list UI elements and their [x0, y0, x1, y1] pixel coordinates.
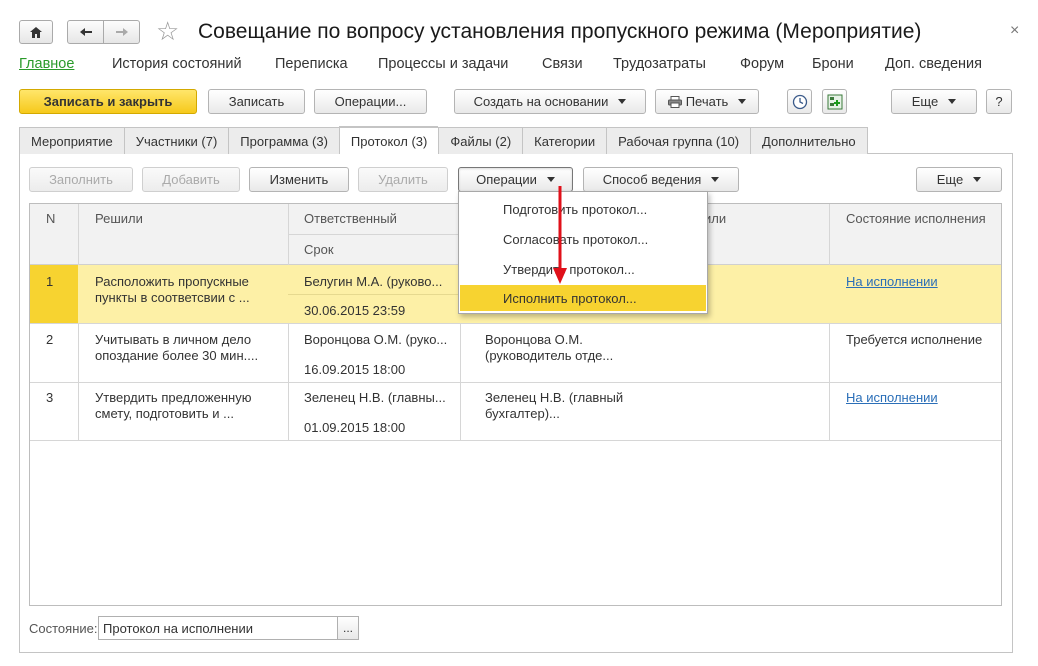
create-based-on-label: Создать на основании	[473, 94, 609, 109]
row-selection-marker	[30, 265, 78, 323]
arrow-left-icon	[79, 28, 92, 36]
add-structure-button[interactable]	[822, 89, 847, 114]
row-divider	[30, 440, 1001, 441]
tab-working-group[interactable]: Рабочая группа (10)	[606, 127, 751, 154]
row-responsible: Воронцова О.М. (руко...	[304, 332, 448, 347]
row-controller: Зеленец Н.В. (главный бухгалтер)...	[485, 390, 624, 421]
state-label: Состояние:	[29, 621, 98, 636]
state-field[interactable]	[98, 616, 338, 640]
tab-protocol[interactable]: Протокол (3)	[338, 126, 439, 154]
clock-icon	[792, 94, 807, 109]
col-n[interactable]: N	[46, 211, 55, 226]
row-divider	[288, 294, 460, 295]
operations-dropdown-menu: Подготовить протокол... Согласовать прот…	[458, 191, 708, 314]
menu-bookings[interactable]: Брони	[812, 56, 885, 72]
row-number: 1	[46, 274, 54, 289]
row-status-link[interactable]: На исполнении	[846, 390, 938, 406]
chevron-down-icon	[948, 99, 957, 104]
tab-event[interactable]: Мероприятие	[19, 127, 124, 154]
tab-participants[interactable]: Участники (7)	[123, 127, 229, 154]
menu-extra-info[interactable]: Доп. сведения	[885, 56, 982, 72]
col-decided[interactable]: Решили	[95, 211, 143, 226]
protocol-more-label: Еще	[936, 172, 964, 187]
forward-button[interactable]	[103, 20, 140, 44]
state-select-button[interactable]: ...	[337, 616, 359, 640]
back-button[interactable]	[67, 20, 104, 44]
menu-correspondence[interactable]: Переписка	[275, 56, 378, 72]
col-responsible[interactable]: Ответственный	[304, 211, 397, 226]
row-number: 3	[46, 390, 54, 405]
protocol-more-button[interactable]: Еще	[916, 167, 1002, 192]
method-label: Способ ведения	[602, 172, 702, 187]
menu-links[interactable]: Связи	[542, 56, 613, 72]
menu-state-history[interactable]: История состояний	[112, 56, 275, 72]
row-decided: Учитывать в личном дело опоздание более …	[95, 332, 259, 363]
close-icon[interactable]: ×	[1010, 22, 1019, 40]
tab-categories[interactable]: Категории	[522, 127, 607, 154]
help-button[interactable]: ?	[986, 89, 1012, 114]
menu-item-confirm-protocol[interactable]: Утвердить протокол...	[460, 256, 706, 282]
home-button[interactable]	[19, 20, 53, 44]
edit-button[interactable]: Изменить	[249, 167, 349, 192]
menu-processes-tasks[interactable]: Процессы и задачи	[378, 56, 542, 72]
chevron-down-icon	[618, 99, 627, 104]
table-row[interactable]: 2 Учитывать в личном дело опоздание боле…	[30, 324, 1001, 382]
section-menu: Главное История состояний Переписка Проц…	[19, 56, 982, 72]
menu-labor-costs[interactable]: Трудозатраты	[613, 56, 740, 72]
save-and-close-button[interactable]: Записать и закрыть	[19, 89, 197, 114]
row-controller: Воронцова О.М. (руководитель отде...	[485, 332, 614, 363]
tab-bar: Мероприятие Участники (7) Программа (3) …	[19, 126, 868, 154]
delete-button[interactable]: Удалить	[358, 167, 448, 192]
window-title: Совещание по вопросу установления пропус…	[198, 20, 922, 43]
row-decided: Расположить пропускные пункты в соответс…	[95, 274, 250, 305]
printer-icon	[667, 95, 682, 108]
menu-item-execute-protocol[interactable]: Исполнить протокол...	[460, 285, 706, 311]
structure-add-icon	[827, 94, 842, 109]
row-number: 2	[46, 332, 54, 347]
tab-files[interactable]: Файлы (2)	[438, 127, 523, 154]
row-status-link[interactable]: На исполнении	[846, 274, 938, 290]
method-button[interactable]: Способ ведения	[583, 167, 739, 192]
row-deadline: 01.09.2015 18:00	[304, 420, 406, 435]
chevron-down-icon	[546, 177, 555, 182]
print-label: Печать	[685, 94, 729, 109]
more-button[interactable]: Еще	[891, 89, 977, 114]
chevron-down-icon	[973, 177, 982, 182]
favorite-star-icon[interactable]: ☆	[156, 16, 179, 46]
col-deadline[interactable]: Срок	[304, 242, 334, 257]
more-label: Еще	[911, 94, 939, 109]
operations-button[interactable]: Операции...	[314, 89, 427, 114]
row-deadline: 30.06.2015 23:59	[304, 303, 406, 318]
history-button[interactable]	[787, 89, 812, 114]
row-status: Требуется исполнение	[846, 332, 983, 347]
menu-item-approve-protocol[interactable]: Согласовать протокол...	[460, 226, 706, 252]
chevron-down-icon	[738, 99, 747, 104]
add-button[interactable]: Добавить	[142, 167, 240, 192]
save-button[interactable]: Записать	[208, 89, 305, 114]
protocol-operations-label: Операции	[476, 172, 537, 187]
home-icon	[30, 26, 42, 38]
menu-main[interactable]: Главное	[19, 56, 112, 72]
arrow-right-icon	[115, 28, 128, 36]
fill-button[interactable]: Заполнить	[29, 167, 133, 192]
chevron-down-icon	[711, 177, 720, 182]
create-based-on-button[interactable]: Создать на основании	[454, 89, 646, 114]
row-responsible: Белугин М.А. (руково...	[304, 274, 443, 289]
row-decided: Утвердить предложенную смету, подготовит…	[95, 390, 252, 421]
table-row[interactable]: 3 Утвердить предложенную смету, подготов…	[30, 382, 1001, 440]
red-arrow-annotation	[553, 186, 567, 284]
row-responsible: Зеленец Н.В. (главны...	[304, 390, 446, 405]
print-button[interactable]: Печать	[655, 89, 759, 114]
menu-forum[interactable]: Форум	[740, 56, 812, 72]
tab-additional[interactable]: Дополнительно	[750, 127, 868, 154]
menu-item-prepare-protocol[interactable]: Подготовить протокол...	[460, 196, 706, 222]
col-status[interactable]: Состояние исполнения	[846, 211, 986, 226]
header-divider	[288, 234, 460, 235]
row-deadline: 16.09.2015 18:00	[304, 362, 406, 377]
tab-program[interactable]: Программа (3)	[228, 127, 339, 154]
